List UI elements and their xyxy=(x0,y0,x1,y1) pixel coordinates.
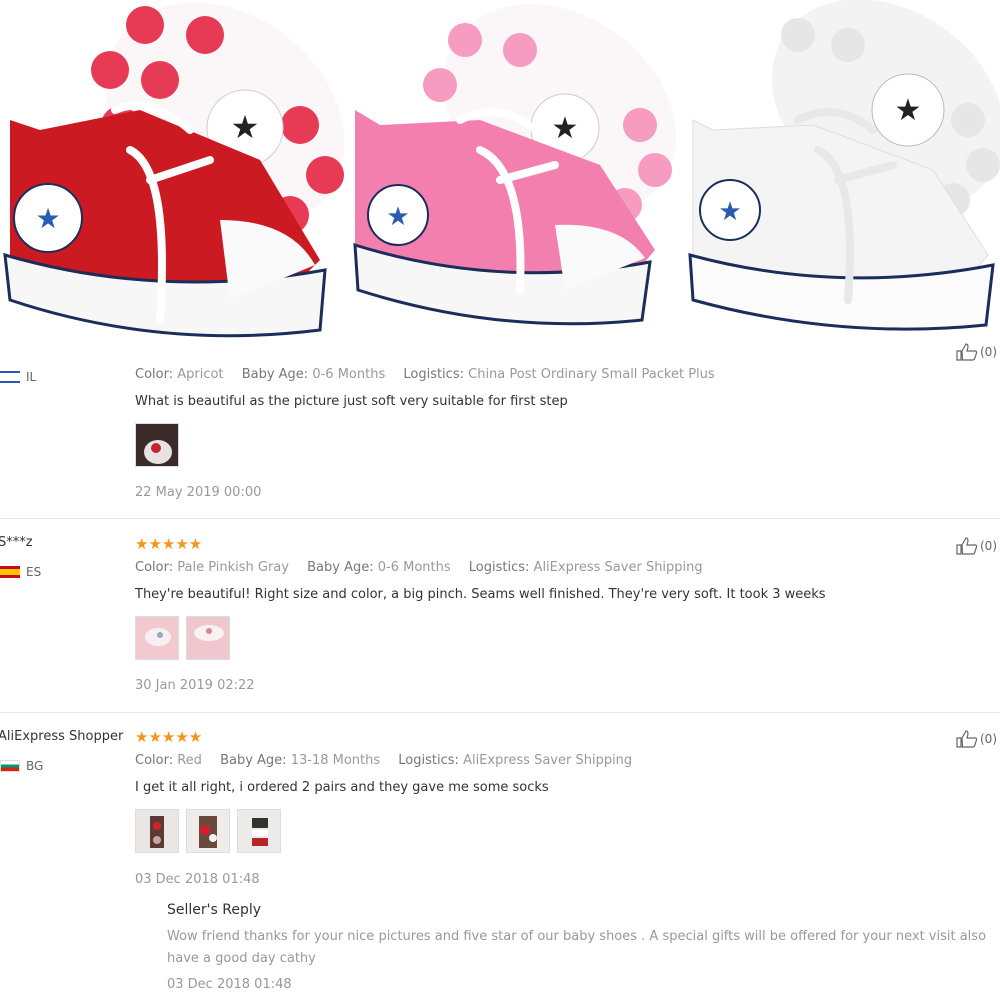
product-image-white[interactable]: ★ ★ xyxy=(688,0,1000,352)
review-photos xyxy=(135,809,281,853)
review-photo-thumbnail[interactable] xyxy=(135,809,179,853)
review-photos xyxy=(135,423,179,467)
review-meta: Color: Pale Pinkish Gray Baby Age: 0-6 M… xyxy=(135,560,703,575)
red-shoe-illustration: ★ ★ xyxy=(0,0,350,352)
helpful-count: (0) xyxy=(980,345,997,359)
country-code: ES xyxy=(26,565,42,579)
thumbs-up-icon xyxy=(956,730,978,748)
helpful-button[interactable]: (0) xyxy=(956,730,997,748)
logistics-label: Logistics: xyxy=(403,367,464,382)
color-value: Pale Pinkish Gray xyxy=(177,560,289,575)
helpful-count: (0) xyxy=(980,539,997,553)
reviewer-country: ES xyxy=(0,565,41,579)
product-image-strip: ★ ★ ★ ★ ★ ★ xyxy=(0,0,1000,352)
age-value: 0-6 Months xyxy=(312,367,386,382)
review-text: They're beautiful! Right size and color,… xyxy=(135,587,826,602)
helpful-count: (0) xyxy=(980,732,997,746)
seller-reply-date: 03 Dec 2018 01:48 xyxy=(167,977,292,992)
product-image-pink[interactable]: ★ ★ xyxy=(350,0,688,352)
color-value: Red xyxy=(177,753,202,768)
seller-reply-text: Wow friend thanks for your nice pictures… xyxy=(167,929,987,966)
review-text: I get it all right, i ordered 2 pairs an… xyxy=(135,780,549,795)
product-image-red[interactable]: ★ ★ xyxy=(0,0,350,352)
svg-text:★: ★ xyxy=(231,108,260,146)
color-value: Apricot xyxy=(177,367,224,382)
color-label: Color: xyxy=(135,560,174,575)
svg-text:★: ★ xyxy=(35,202,60,235)
star-rating: ★★★★★ xyxy=(135,728,203,746)
helpful-button[interactable]: (0) xyxy=(956,343,997,361)
svg-text:★: ★ xyxy=(552,111,579,146)
review-date: 22 May 2019 00:00 xyxy=(135,485,262,500)
review-photo-thumbnail[interactable] xyxy=(237,809,281,853)
svg-text:★: ★ xyxy=(386,202,409,232)
review-divider xyxy=(0,518,1000,519)
reviewer-country: IL xyxy=(0,370,36,384)
color-label: Color: xyxy=(135,367,174,382)
review-photo-thumbnail[interactable] xyxy=(186,809,230,853)
color-label: Color: xyxy=(135,753,174,768)
seller-reply-title: Seller's Reply xyxy=(167,902,262,918)
age-label: Baby Age: xyxy=(307,560,374,575)
review-date: 30 Jan 2019 02:22 xyxy=(135,678,255,693)
bulgaria-flag-icon xyxy=(0,760,20,772)
country-code: IL xyxy=(26,370,37,384)
pink-shoe-illustration: ★ ★ xyxy=(350,0,688,352)
review-meta: Color: Red Baby Age: 13-18 Months Logist… xyxy=(135,753,632,768)
age-value: 0-6 Months xyxy=(377,560,451,575)
logistics-label: Logistics: xyxy=(468,560,530,575)
white-shoe-illustration: ★ ★ xyxy=(688,0,1000,352)
review-photo-thumbnail[interactable] xyxy=(186,616,230,660)
spain-flag-icon xyxy=(0,566,20,578)
review-meta: Color: Apricot Baby Age: 0-6 Months Logi… xyxy=(135,367,715,382)
logistics-label: Logistics: xyxy=(398,753,459,768)
logistics-value: AliExpress Saver Shipping xyxy=(463,753,633,768)
age-value: 13-18 Months xyxy=(290,753,381,768)
country-code: BG xyxy=(26,759,44,773)
review-text: What is beautiful as the picture just so… xyxy=(135,394,568,409)
review-date: 03 Dec 2018 01:48 xyxy=(135,872,260,887)
reviewer-name: AliExpress Shopper xyxy=(0,729,124,744)
review-photo-thumbnail[interactable] xyxy=(135,423,179,467)
logistics-value: AliExpress Saver Shipping xyxy=(533,560,703,575)
review-divider xyxy=(0,712,1000,713)
thumbs-up-icon xyxy=(956,537,978,555)
logistics-value: China Post Ordinary Small Packet Plus xyxy=(468,367,715,382)
age-label: Baby Age: xyxy=(241,367,309,382)
thumbs-up-icon xyxy=(956,343,978,361)
review-photo-thumbnail[interactable] xyxy=(135,616,179,660)
svg-text:★: ★ xyxy=(895,93,922,128)
helpful-button[interactable]: (0) xyxy=(956,537,997,555)
age-label: Baby Age: xyxy=(220,753,287,768)
reviewer-name: S***z xyxy=(0,535,33,550)
svg-text:★: ★ xyxy=(718,197,741,227)
israel-flag-icon xyxy=(0,371,20,383)
review-photos xyxy=(135,616,230,660)
star-rating: ★★★★★ xyxy=(135,535,203,553)
reviewer-country: BG xyxy=(0,759,43,773)
